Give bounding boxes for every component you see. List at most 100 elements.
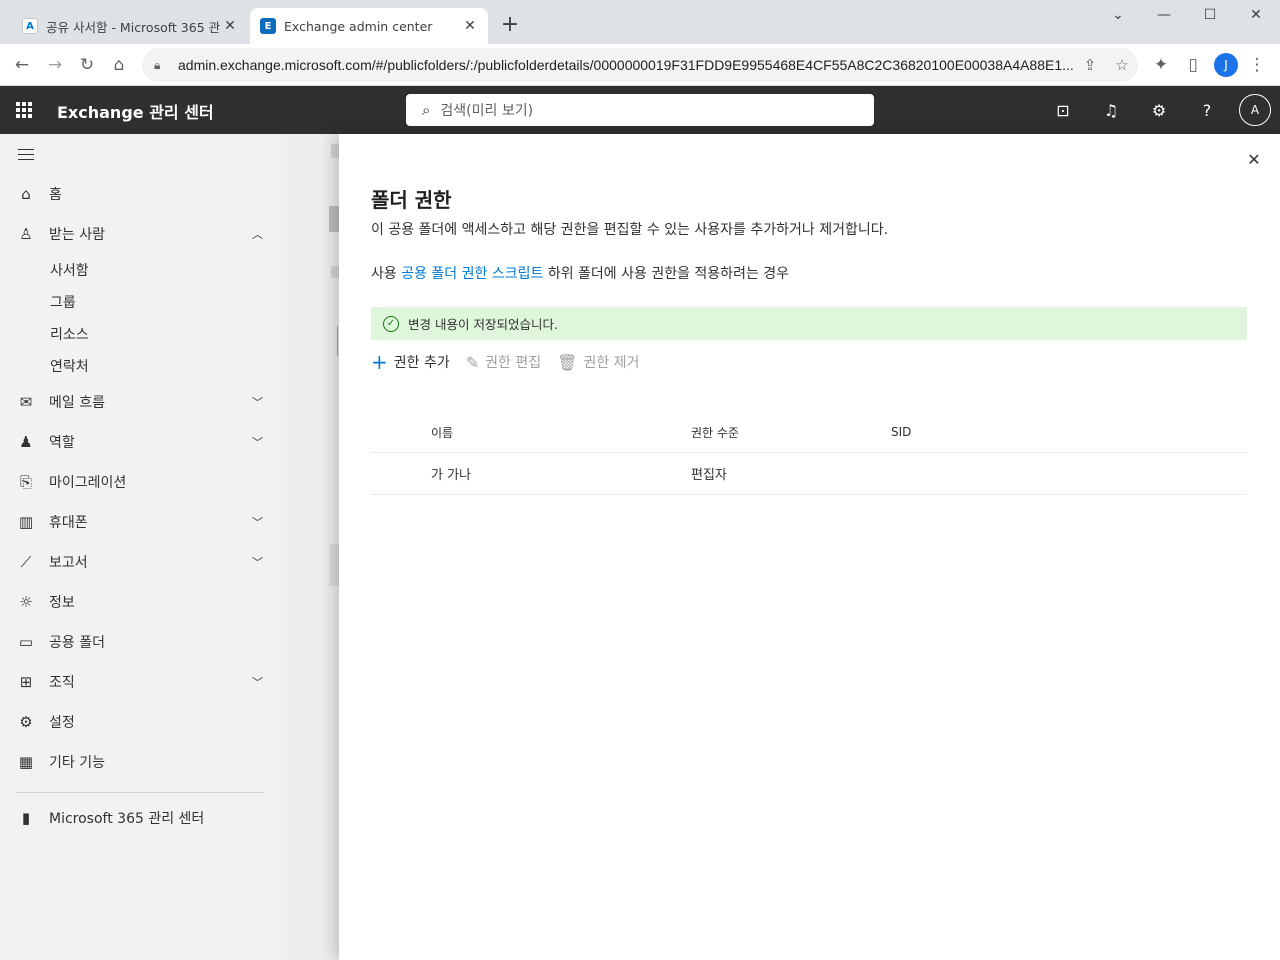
- panel-description: 이 공용 폴더에 액세스하고 해당 권한을 편집할 수 있는 사용자를 추가하거…: [371, 222, 889, 238]
- nav-item-other-features[interactable]: ▦ 기타 기능: [0, 742, 281, 782]
- tab-title: 공유 사서함 - Microsoft 365 관리: [46, 19, 220, 35]
- column-header-permission-level[interactable]: 권한 수준: [691, 412, 739, 452]
- close-window-button[interactable]: ✕: [1233, 0, 1279, 30]
- close-tab-icon[interactable]: ✕: [460, 16, 480, 36]
- forward-arrow-icon[interactable]: →: [43, 53, 67, 77]
- nav-subitem-resources[interactable]: 리소스: [50, 318, 89, 350]
- nav-item-m365-admin-center[interactable]: ▮ Microsoft 365 관리 센터: [0, 798, 281, 838]
- lock-icon: 🔒︎: [154, 57, 161, 72]
- nav-item-label: 정보: [49, 595, 75, 611]
- roles-icon: ♟: [19, 433, 33, 451]
- settings-gear-icon[interactable]: ⚙: [1143, 94, 1175, 126]
- account-avatar[interactable]: A: [1239, 94, 1271, 126]
- cell-name: 가 가나: [431, 468, 472, 483]
- nav-subitem-mailboxes[interactable]: 사서함: [50, 254, 89, 286]
- nav-subitem-contacts[interactable]: 연락처: [50, 350, 89, 382]
- exchange-favicon-icon: E: [260, 18, 276, 34]
- bookmark-star-icon[interactable]: ☆: [1106, 56, 1138, 74]
- nav-item-insights[interactable]: ☼ 정보: [0, 582, 281, 622]
- nav-item-mobile[interactable]: ▥ 휴대폰 ﹀: [0, 502, 281, 542]
- insights-icon: ☼: [19, 593, 33, 611]
- script-note: 사용 공용 폴더 권한 스크립트 하위 폴더에 사용 권한을 적용하려는 경우: [371, 263, 789, 283]
- nav-item-label: 마이그레이션: [49, 475, 127, 491]
- column-header-name[interactable]: 이름: [431, 412, 453, 452]
- nav-item-migration[interactable]: ⎘ 마이그레이션: [0, 462, 281, 502]
- cloud-shell-icon[interactable]: ⊡: [1047, 94, 1079, 126]
- column-header-sid[interactable]: SID: [891, 412, 911, 452]
- nav-item-roles[interactable]: ♟ 역할 ﹀: [0, 422, 281, 462]
- global-search-input[interactable]: ⌕ 검색(미리 보기): [406, 94, 874, 126]
- new-tab-button[interactable]: +: [498, 14, 522, 38]
- home-button-icon[interactable]: ⌂: [107, 53, 131, 77]
- nav-item-public-folders[interactable]: ▭ 공용 폴더: [0, 622, 281, 662]
- app-launcher-waffle-icon[interactable]: [16, 102, 32, 118]
- share-icon[interactable]: ⇪: [1074, 56, 1106, 74]
- nav-item-settings[interactable]: ⚙ 설정: [0, 702, 281, 742]
- minimize-button[interactable]: —: [1141, 0, 1187, 30]
- nav-item-reports[interactable]: ⟋ 보고서 ﹀: [0, 542, 281, 582]
- public-folder-icon: ▭: [18, 633, 34, 651]
- browser-tab-m365[interactable]: A 공유 사서함 - Microsoft 365 관리 ✕: [12, 8, 248, 44]
- collapse-nav-hamburger-icon[interactable]: [18, 149, 34, 164]
- chevron-down-icon[interactable]: ﹀: [252, 674, 263, 690]
- nav-divider: [16, 792, 265, 793]
- nav-item-organization[interactable]: ⊞ 조직 ﹀: [0, 662, 281, 702]
- nav-item-home[interactable]: ⌂ 홈: [0, 174, 281, 214]
- chevron-down-icon[interactable]: ﹀: [252, 394, 263, 410]
- nav-item-label: 홈: [49, 187, 62, 203]
- notifications-bell-icon[interactable]: ♫: [1095, 94, 1127, 126]
- cell-permission-level: 편집자: [691, 468, 727, 483]
- chevron-up-icon[interactable]: ︿: [252, 226, 263, 242]
- tab-search-chevron-icon[interactable]: ⌄: [1095, 0, 1141, 30]
- public-folder-permissions-script-link[interactable]: 공용 폴더 권한 스크립트: [401, 266, 543, 282]
- command-bar: + 권한 추가 ✎ 권한 편집 🗑︎ 권한 제거: [371, 348, 655, 376]
- table-header-row: 이름 권한 수준 SID: [371, 412, 1247, 453]
- chevron-down-icon[interactable]: ﹀: [252, 434, 263, 450]
- settings-icon: ⚙: [19, 713, 33, 731]
- profile-avatar[interactable]: J: [1214, 53, 1238, 77]
- nav-item-label: 기타 기능: [49, 755, 105, 771]
- reports-icon: ⟋: [20, 553, 32, 571]
- app-title[interactable]: Exchange 관리 센터: [57, 99, 214, 123]
- search-icon: ⌕: [422, 101, 431, 119]
- checkmark-circle-icon: ✓: [383, 315, 399, 332]
- nav-item-label: 역할: [49, 435, 75, 451]
- back-arrow-icon[interactable]: ←: [10, 53, 34, 77]
- add-plus-icon: +: [371, 350, 388, 374]
- maximize-button[interactable]: ☐: [1187, 0, 1233, 30]
- side-panel-icon[interactable]: ▯: [1181, 53, 1205, 77]
- nav-item-mail-flow[interactable]: ✉ 메일 흐름 ﹀: [0, 382, 281, 422]
- migration-icon: ⎘: [19, 473, 32, 491]
- browser-tab-exchange[interactable]: E Exchange admin center ✕: [250, 8, 488, 44]
- edit-permission-button[interactable]: ✎ 권한 편집: [466, 352, 541, 372]
- remove-permission-button[interactable]: 🗑︎ 권한 제거: [557, 352, 639, 372]
- close-panel-icon[interactable]: ✕: [1243, 148, 1265, 170]
- extensions-puzzle-icon[interactable]: ✦: [1149, 53, 1173, 77]
- browser-tab-strip: A 공유 사서함 - Microsoft 365 관리 ✕ E Exchange…: [0, 0, 1280, 44]
- address-bar[interactable]: 🔒︎ admin.exchange.microsoft.com/#/public…: [142, 48, 1138, 82]
- script-note-suffix: 하위 폴더에 사용 권한을 적용하려는 경우: [543, 266, 790, 282]
- exchange-header: Exchange 관리 센터 ⌕ 검색(미리 보기) ⊡ ♫ ⚙ ? A: [0, 86, 1280, 134]
- table-row[interactable]: 가 가나 편집자: [371, 453, 1247, 495]
- mail-icon: ✉: [19, 393, 33, 411]
- success-message-bar: ✓ 변경 내용이 저장되었습니다.: [371, 307, 1247, 340]
- organization-icon: ⊞: [19, 673, 33, 691]
- close-tab-icon[interactable]: ✕: [220, 16, 240, 36]
- chevron-down-icon[interactable]: ﹀: [252, 514, 263, 530]
- reload-icon[interactable]: ↻: [75, 53, 99, 77]
- url-text[interactable]: admin.exchange.microsoft.com/#/publicfol…: [178, 57, 1074, 73]
- nav-item-label: 조직: [49, 675, 75, 691]
- nav-item-recipients[interactable]: ♙ 받는 사람 ︿: [0, 214, 281, 254]
- nav-item-label: 설정: [49, 715, 75, 731]
- left-navigation: ⌂ 홈 ♙ 받는 사람 ︿ 사서함 그룹 리소스 연락처 ✉ 메일 흐름 ﹀ ♟…: [0, 134, 281, 960]
- edit-permission-label: 권한 편집: [485, 355, 542, 371]
- help-question-icon[interactable]: ?: [1191, 94, 1223, 126]
- script-note-prefix: 사용: [371, 266, 402, 282]
- browser-menu-icon[interactable]: ⋮: [1245, 53, 1269, 77]
- add-permission-button[interactable]: + 권한 추가: [371, 350, 450, 374]
- nav-item-label: 메일 흐름: [49, 395, 105, 411]
- nav-subitem-groups[interactable]: 그룹: [50, 286, 76, 318]
- browser-toolbar: ← → ↻ ⌂ 🔒︎ admin.exchange.microsoft.com/…: [0, 44, 1280, 86]
- background-page-overlay: [281, 134, 341, 960]
- chevron-down-icon[interactable]: ﹀: [252, 554, 263, 570]
